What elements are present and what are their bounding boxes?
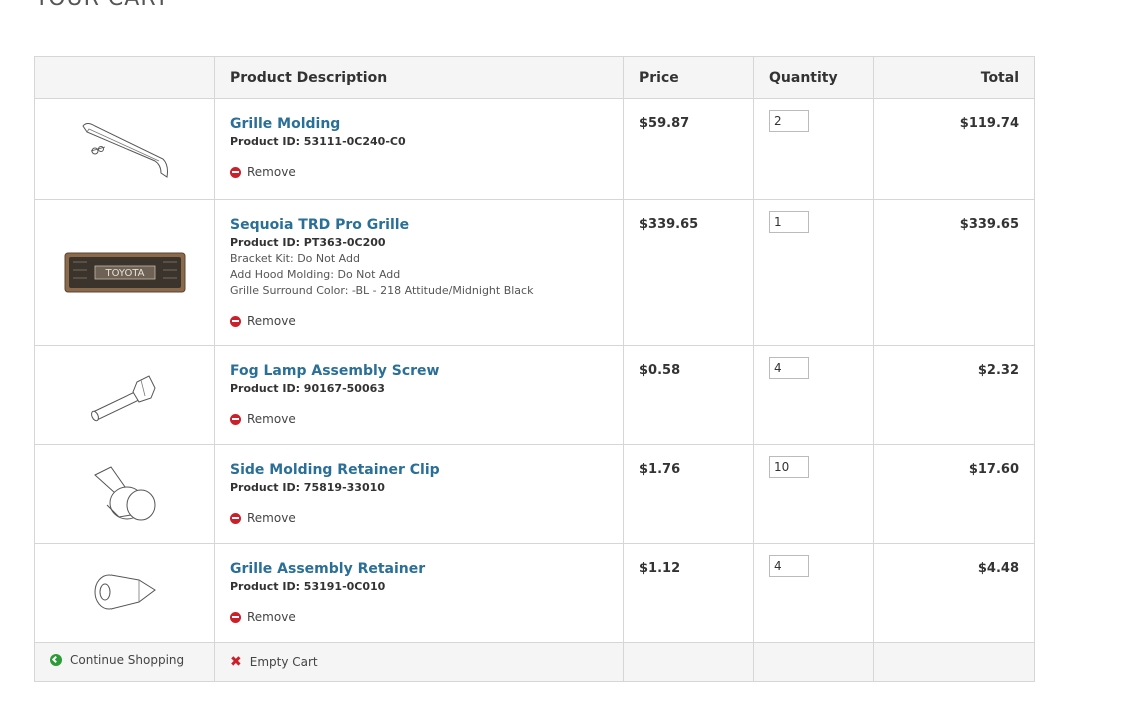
header-price: Price (623, 56, 754, 99)
page-title: YOUR CART (35, 0, 169, 11)
header-description: Product Description (214, 56, 624, 99)
grille-molding-image[interactable] (35, 99, 215, 199)
trd-pro-grille-image[interactable]: TOYOTA (35, 200, 215, 346)
continue-shopping-link[interactable]: Continue Shopping (50, 653, 184, 667)
product-name-link[interactable]: Fog Lamp Assembly Screw (230, 362, 608, 380)
table-row: Fog Lamp Assembly Screw Product ID: 9016… (34, 345, 1035, 445)
grille-retainer-image[interactable] (35, 544, 215, 643)
remove-button[interactable]: Remove (230, 412, 296, 426)
product-image-cell (34, 345, 215, 445)
product-image-cell (34, 444, 215, 544)
remove-button[interactable]: Remove (230, 610, 296, 624)
product-description-cell: Side Molding Retainer Clip Product ID: 7… (214, 444, 624, 544)
quantity-input[interactable] (769, 456, 809, 478)
total-cell: $119.74 (873, 98, 1035, 200)
price-cell: $59.87 (623, 98, 754, 200)
price-cell: $1.76 (623, 444, 754, 544)
back-arrow-icon (50, 654, 62, 666)
remove-icon (230, 611, 241, 623)
price-cell: $0.58 (623, 345, 754, 445)
quantity-cell (753, 543, 874, 643)
header-image (34, 56, 215, 99)
header-total: Total (873, 56, 1035, 99)
product-option: Bracket Kit: Do Not Add (230, 252, 360, 265)
header-quantity: Quantity (753, 56, 874, 99)
quantity-cell (753, 444, 874, 544)
product-description-cell: Fog Lamp Assembly Screw Product ID: 9016… (214, 345, 624, 445)
product-image-cell (34, 543, 215, 643)
remove-label: Remove (247, 412, 296, 426)
remove-icon (230, 315, 241, 327)
table-row: Grille Molding Product ID: 53111-0C240-C… (34, 98, 1035, 200)
remove-button[interactable]: Remove (230, 165, 296, 179)
product-id: Product ID: 53191-0C010 (230, 580, 386, 593)
remove-label: Remove (247, 610, 296, 624)
product-option: Add Hood Molding: Do Not Add (230, 268, 401, 281)
product-id: Product ID: 53111-0C240-C0 (230, 135, 406, 148)
quantity-input[interactable] (769, 110, 809, 132)
continue-shopping-label: Continue Shopping (70, 653, 185, 667)
product-image-cell: TOYOTA (34, 199, 215, 346)
remove-icon (230, 413, 241, 425)
table-header-row: Product Description Price Quantity Total (34, 56, 1035, 99)
product-description-cell: Grille Molding Product ID: 53111-0C240-C… (214, 98, 624, 200)
footer-empty-qty-cell (753, 642, 874, 682)
product-image-cell (34, 98, 215, 200)
table-row: Grille Assembly Retainer Product ID: 531… (34, 543, 1035, 643)
product-name-link[interactable]: Grille Assembly Retainer (230, 560, 608, 578)
product-id: Product ID: 90167-50063 (230, 382, 385, 395)
product-name-link[interactable]: Side Molding Retainer Clip (230, 461, 608, 479)
table-footer-row: Continue Shopping ✖ Empty Cart (34, 642, 1035, 682)
empty-cart-link[interactable]: ✖ Empty Cart (230, 655, 318, 669)
product-id: Product ID: 75819-33010 (230, 481, 385, 494)
retainer-clip-image[interactable] (35, 445, 215, 544)
empty-cart-label: Empty Cart (249, 655, 318, 669)
quantity-input[interactable] (769, 211, 809, 233)
price-cell: $339.65 (623, 199, 754, 346)
footer-empty-cell: ✖ Empty Cart (214, 642, 624, 682)
total-cell: $17.60 (873, 444, 1035, 544)
quantity-cell (753, 98, 874, 200)
quantity-input[interactable] (769, 555, 809, 577)
remove-icon (230, 166, 241, 178)
table-row: TOYOTA Sequoia TRD Pro Grille Product ID… (34, 199, 1035, 346)
table-row: Side Molding Retainer Clip Product ID: 7… (34, 444, 1035, 544)
product-option: Grille Surround Color: -BL - 218 Attitud… (230, 284, 534, 297)
grille-brand-text: TOYOTA (104, 268, 144, 279)
product-id: Product ID: PT363-0C200 (230, 236, 386, 249)
total-cell: $4.48 (873, 543, 1035, 643)
cart-table: Product Description Price Quantity Total… (34, 56, 1035, 682)
close-icon: ✖ (230, 654, 242, 670)
quantity-cell (753, 345, 874, 445)
total-cell: $339.65 (873, 199, 1035, 346)
remove-button[interactable]: Remove (230, 511, 296, 525)
remove-button[interactable]: Remove (230, 314, 296, 328)
product-name-link[interactable]: Sequoia TRD Pro Grille (230, 216, 608, 234)
footer-empty-total-cell (873, 642, 1035, 682)
remove-label: Remove (247, 511, 296, 525)
remove-label: Remove (247, 314, 296, 328)
product-description-cell: Grille Assembly Retainer Product ID: 531… (214, 543, 624, 643)
screw-image[interactable] (35, 346, 215, 445)
footer-continue-cell: Continue Shopping (34, 642, 215, 682)
remove-label: Remove (247, 165, 296, 179)
product-description-cell: Sequoia TRD Pro Grille Product ID: PT363… (214, 199, 624, 346)
product-name-link[interactable]: Grille Molding (230, 115, 608, 133)
quantity-cell (753, 199, 874, 346)
remove-icon (230, 512, 241, 524)
footer-empty-price-cell (623, 642, 754, 682)
total-cell: $2.32 (873, 345, 1035, 445)
price-cell: $1.12 (623, 543, 754, 643)
quantity-input[interactable] (769, 357, 809, 379)
